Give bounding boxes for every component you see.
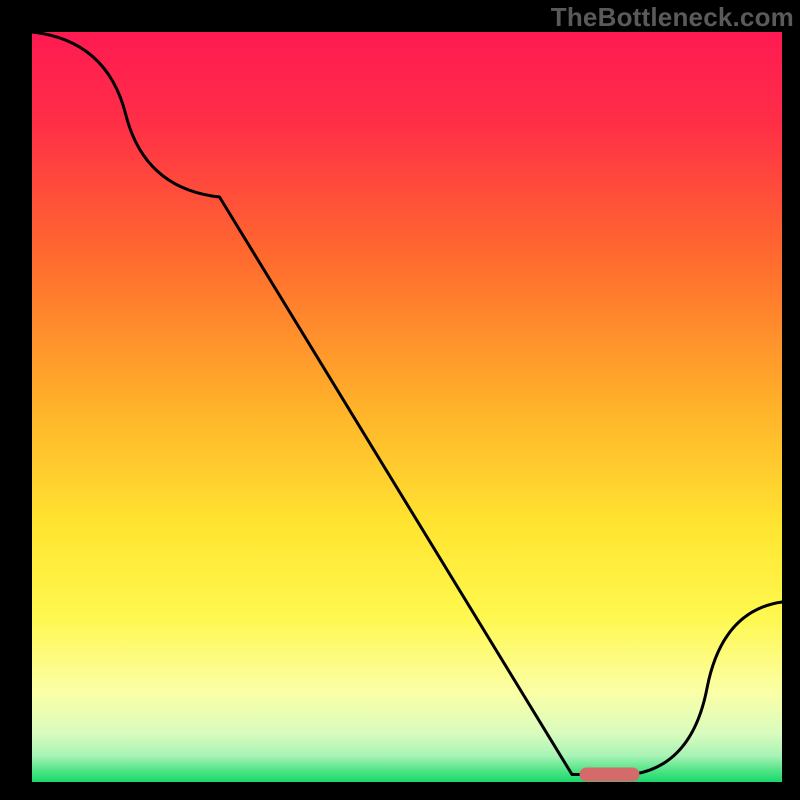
optimal-marker [580,768,640,782]
watermark-label: TheBottleneck.com [551,2,794,33]
chart-frame: TheBottleneck.com [0,0,800,800]
chart-svg [0,0,800,800]
plot-background [32,32,782,782]
